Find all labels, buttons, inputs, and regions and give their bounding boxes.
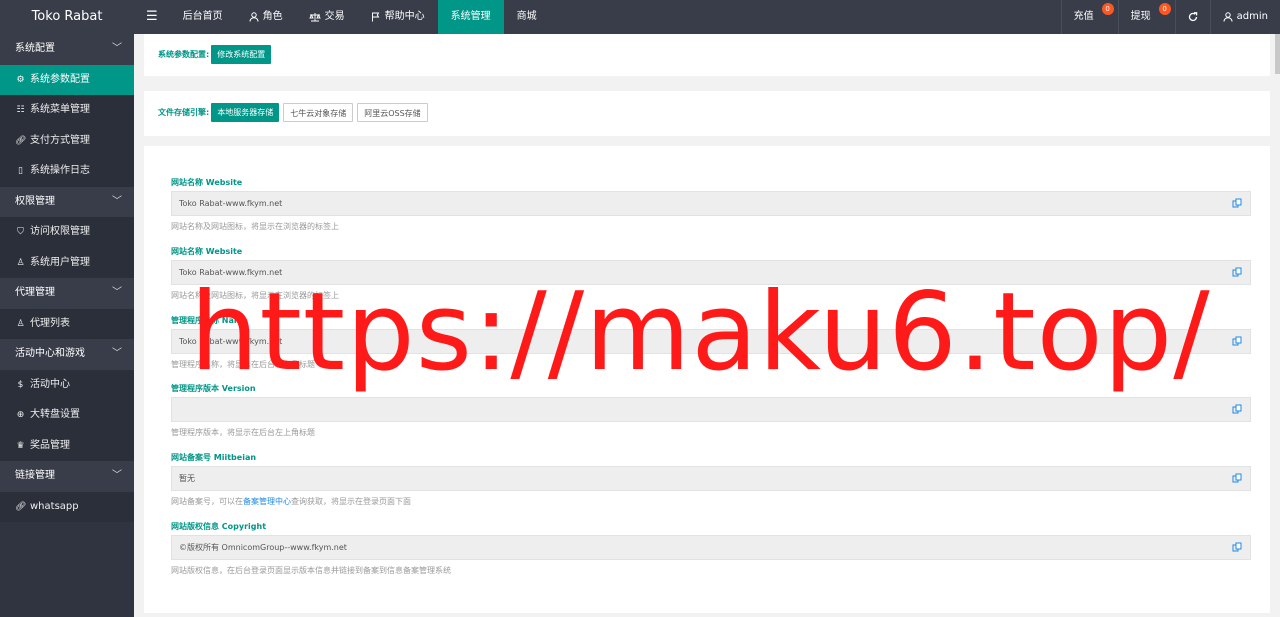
sidebar-item-access-permission[interactable]: ⛉ 访问权限管理	[0, 217, 134, 248]
topnav-item-home[interactable]: 后台首页	[170, 0, 236, 34]
field-help: 管理程序名称，将显示在后台左上角标题	[171, 360, 315, 369]
refresh-icon	[1188, 12, 1197, 22]
config-label: 系统参数配置:	[158, 50, 210, 59]
sidebar-item-system-menu[interactable]: ☷ 系统菜单管理	[0, 95, 134, 126]
site-name-input[interactable]: Toko Rabat-www.fkym.net	[171, 191, 1251, 216]
user-icon	[1223, 12, 1233, 22]
storage-aliyun-button[interactable]: 阿里云OSS存储	[357, 103, 428, 122]
copy-icon[interactable]	[1232, 198, 1242, 208]
top-bar: Toko Rabat ☰ 后台首页 角色 交易 帮助中心 系统管理 商城 充值 …	[0, 0, 1280, 34]
recharge-button[interactable]: 充值 0	[1060, 0, 1118, 34]
field-label: 网站版权信息 Copyright	[171, 522, 267, 531]
sidebar: 系统配置 ﹀ ⚙ 系统参数配置 ☷ 系统菜单管理 🔗︎ 支付方式管理 ▯ 系统操作日志 权…	[0, 34, 134, 617]
icp-center-link[interactable]: 备案管理中心	[243, 497, 291, 506]
topnav-item-system[interactable]: 系统管理	[437, 0, 504, 34]
log-icon: ▯	[18, 166, 23, 177]
field-label: 管理程序名称 Name	[171, 316, 248, 325]
app-name-input[interactable]: Toko Rabat-www.fkym.net	[171, 329, 1251, 354]
chevron-down-icon: ﹀	[112, 43, 122, 54]
site-name-input-2[interactable]: Toko Rabat-www.fkym.net	[171, 260, 1251, 285]
icp-number-input[interactable]: 暂无	[171, 466, 1251, 491]
sidebar-item-system-params[interactable]: ⚙ 系统参数配置	[0, 64, 134, 95]
settings-form-card: 网站名称 Website Toko Rabat-www.fkym.net 网站名…	[144, 146, 1270, 613]
chevron-down-icon: ﹀	[112, 195, 122, 207]
sidebar-item-wheel-settings[interactable]: ⊕ 大转盘设置	[0, 400, 134, 431]
sidebar-group-agent[interactable]: 代理管理 ﹀	[0, 278, 134, 309]
user-icon	[249, 12, 259, 22]
field-help: 网站名称及网站图标，将显示在浏览器的标签上	[171, 222, 339, 231]
field-label: 网站名称 Website	[171, 178, 243, 187]
sidebar-item-activity-center[interactable]: $ 活动中心	[0, 369, 134, 400]
chevron-down-icon: ﹀	[112, 287, 122, 298]
sidebar-group-permission[interactable]: 权限管理 ﹀	[0, 186, 134, 217]
user-menu[interactable]: admin	[1209, 0, 1280, 34]
menu-icon: ☷	[16, 105, 25, 116]
storage-label: 文件存储引擎:	[158, 108, 210, 117]
main-content: 系统参数配置: 修改系统配置 文件存储引擎: 本地服务器存储 七牛云对象存储 阿…	[134, 34, 1280, 617]
scale-icon	[308, 13, 321, 22]
copy-icon[interactable]	[1232, 473, 1242, 483]
link-icon: 🔗︎	[15, 135, 27, 146]
field-help: 管理程序版本，将显示在后台左上角标题	[171, 428, 315, 437]
copy-icon[interactable]	[1232, 336, 1242, 346]
topnav-item-help[interactable]: 帮助中心	[358, 0, 438, 34]
storage-qiniu-button[interactable]: 七牛云对象存储	[283, 103, 354, 122]
form-field: 网站备案号 Miitbeian 暂无 网站备案号，可以在备案管理中心查询获取，将…	[171, 452, 1251, 507]
recharge-badge: 0	[1101, 3, 1114, 15]
sidebar-item-agent-list[interactable]: ♙ 代理列表	[0, 308, 134, 339]
topnav-item-shop[interactable]: 商城	[504, 0, 550, 34]
top-right-nav: 充值 0 提现 0 admin	[1060, 0, 1280, 34]
sidebar-group-link-management[interactable]: 链接管理 ﹀	[0, 461, 134, 492]
config-card: 系统参数配置: 修改系统配置	[144, 34, 1270, 76]
sidebar-item-prize-management[interactable]: ♛ 奖品管理	[0, 430, 134, 461]
topnav-item-role[interactable]: 角色	[236, 0, 296, 34]
shield-icon: ⛉	[17, 227, 24, 238]
globe-icon: ⊕	[16, 410, 25, 421]
withdraw-badge: 0	[1158, 3, 1171, 15]
sidebar-group-system-config[interactable]: 系统配置 ﹀	[0, 34, 134, 65]
sidebar-item-system-log[interactable]: ▯ 系统操作日志	[0, 156, 134, 187]
field-help: 网站备案号，可以在备案管理中心查询获取，将显示在登录页面下面	[171, 497, 411, 506]
form-field: 网站名称 Website Toko Rabat-www.fkym.net 网站名…	[171, 177, 1251, 232]
field-help: 网站版权信息，在后台登录页面显示版本信息并链接到备案到信息备案管理系统	[171, 566, 451, 575]
refresh-button[interactable]	[1174, 0, 1210, 34]
topnav-item-trade[interactable]: 交易	[296, 0, 358, 34]
menu-toggle-icon[interactable]: ☰	[134, 0, 170, 34]
edit-config-button[interactable]: 修改系统配置	[211, 45, 272, 64]
form-field: 管理程序版本 Version 管理程序版本，将显示在后台左上角标题	[171, 383, 1251, 438]
sidebar-group-activities-games[interactable]: 活动中心和游戏 ﹀	[0, 339, 134, 370]
field-label: 网站名称 Website	[171, 247, 243, 256]
field-help: 网站名称及网站图标，将显示在浏览器的标签上	[171, 291, 339, 300]
flag-icon	[371, 12, 380, 22]
chevron-down-icon: ﹀	[112, 470, 122, 481]
user-icon: ♙	[16, 318, 25, 329]
form-field: 管理程序名称 Name Toko Rabat-www.fkym.net 管理程序…	[171, 315, 1251, 370]
form-field: 网站版权信息 Copyright ©版权所有 OmnicomGroup--www…	[171, 521, 1251, 576]
dollar-icon: $	[17, 379, 24, 390]
copyright-input[interactable]: ©版权所有 OmnicomGroup--www.fkym.net	[171, 535, 1251, 560]
copy-icon[interactable]	[1232, 542, 1242, 552]
app-version-input[interactable]	[171, 397, 1251, 422]
sidebar-item-payment[interactable]: 🔗︎ 支付方式管理	[0, 125, 134, 156]
storage-local-button[interactable]: 本地服务器存储	[211, 103, 280, 122]
link-icon: 🔗︎	[15, 501, 27, 512]
trophy-icon: ♛	[16, 440, 25, 451]
chevron-down-icon: ﹀	[112, 348, 122, 359]
field-label: 网站备案号 Miitbeian	[171, 453, 257, 462]
form-field: 网站名称 Website Toko Rabat-www.fkym.net 网站名…	[171, 246, 1251, 301]
copy-icon[interactable]	[1232, 404, 1242, 414]
scrollbar[interactable]	[1275, 34, 1280, 74]
app-logo-title[interactable]: Toko Rabat	[0, 0, 134, 34]
gear-icon: ⚙	[16, 74, 25, 85]
top-nav: ☰ 后台首页 角色 交易 帮助中心 系统管理 商城	[134, 0, 550, 34]
field-label: 管理程序版本 Version	[171, 384, 256, 393]
sidebar-item-whatsapp[interactable]: 🔗︎ whatsapp	[0, 491, 134, 522]
user-icon: ♙	[16, 257, 25, 268]
copy-icon[interactable]	[1232, 267, 1242, 277]
storage-card: 文件存储引擎: 本地服务器存储 七牛云对象存储 阿里云OSS存储	[144, 91, 1270, 136]
sidebar-item-system-users[interactable]: ♙ 系统用户管理	[0, 247, 134, 278]
withdraw-button[interactable]: 提现 0	[1117, 0, 1175, 34]
